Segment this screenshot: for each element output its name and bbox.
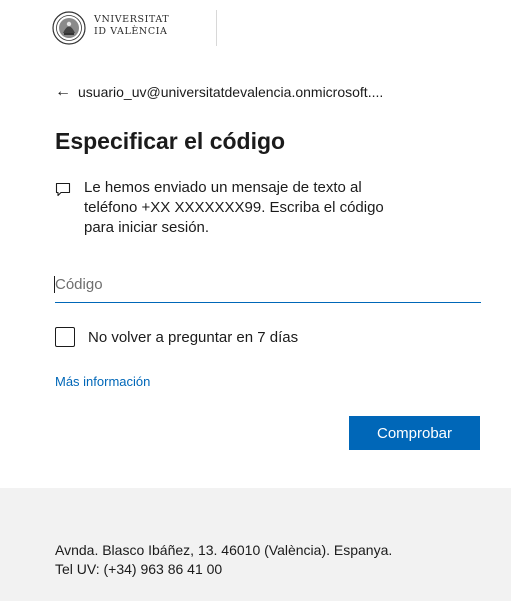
page-title: Especificar el código bbox=[55, 128, 286, 154]
sms-message-text: Le hemos enviado un mensaje de texto al … bbox=[84, 179, 384, 236]
university-name-line2: ID VALÈNCIA bbox=[94, 26, 168, 37]
logo-divider bbox=[216, 10, 217, 46]
text-caret bbox=[54, 276, 55, 293]
remember-option[interactable]: No volver a preguntar en 7 días bbox=[55, 327, 298, 347]
remember-checkbox[interactable] bbox=[55, 327, 75, 347]
university-name: VNIVERSITAT ID VALÈNCIA bbox=[94, 14, 169, 38]
remember-label[interactable]: No volver a preguntar en 7 días bbox=[88, 329, 298, 346]
arrow-left-icon[interactable]: ← bbox=[55, 84, 71, 100]
account-email: usuario_uv@universitatdevalencia.onmicro… bbox=[78, 84, 384, 100]
footer: Avnda. Blasco Ibáñez, 13. 46010 (Valènci… bbox=[0, 488, 511, 601]
university-name-line1: VNIVERSITAT bbox=[94, 14, 170, 25]
footer-contact: Avnda. Blasco Ibáñez, 13. 46010 (Valènci… bbox=[55, 541, 392, 579]
code-input[interactable] bbox=[55, 266, 481, 303]
sms-message: Le hemos enviado un mensaje de texto al … bbox=[55, 178, 384, 238]
verify-button[interactable]: Comprobar bbox=[349, 416, 480, 450]
chat-bubble-icon bbox=[55, 182, 71, 197]
more-info-link[interactable]: Más información bbox=[55, 374, 150, 389]
university-logo: VNIVERSITAT ID VALÈNCIA bbox=[52, 10, 218, 46]
footer-phone: Tel UV: (+34) 963 86 41 00 bbox=[55, 561, 223, 577]
university-seal-icon bbox=[52, 11, 86, 45]
footer-address: Avnda. Blasco Ibáñez, 13. 46010 (Valènci… bbox=[55, 542, 393, 558]
account-identity: ← usuario_uv@universitatdevalencia.onmic… bbox=[55, 84, 495, 100]
